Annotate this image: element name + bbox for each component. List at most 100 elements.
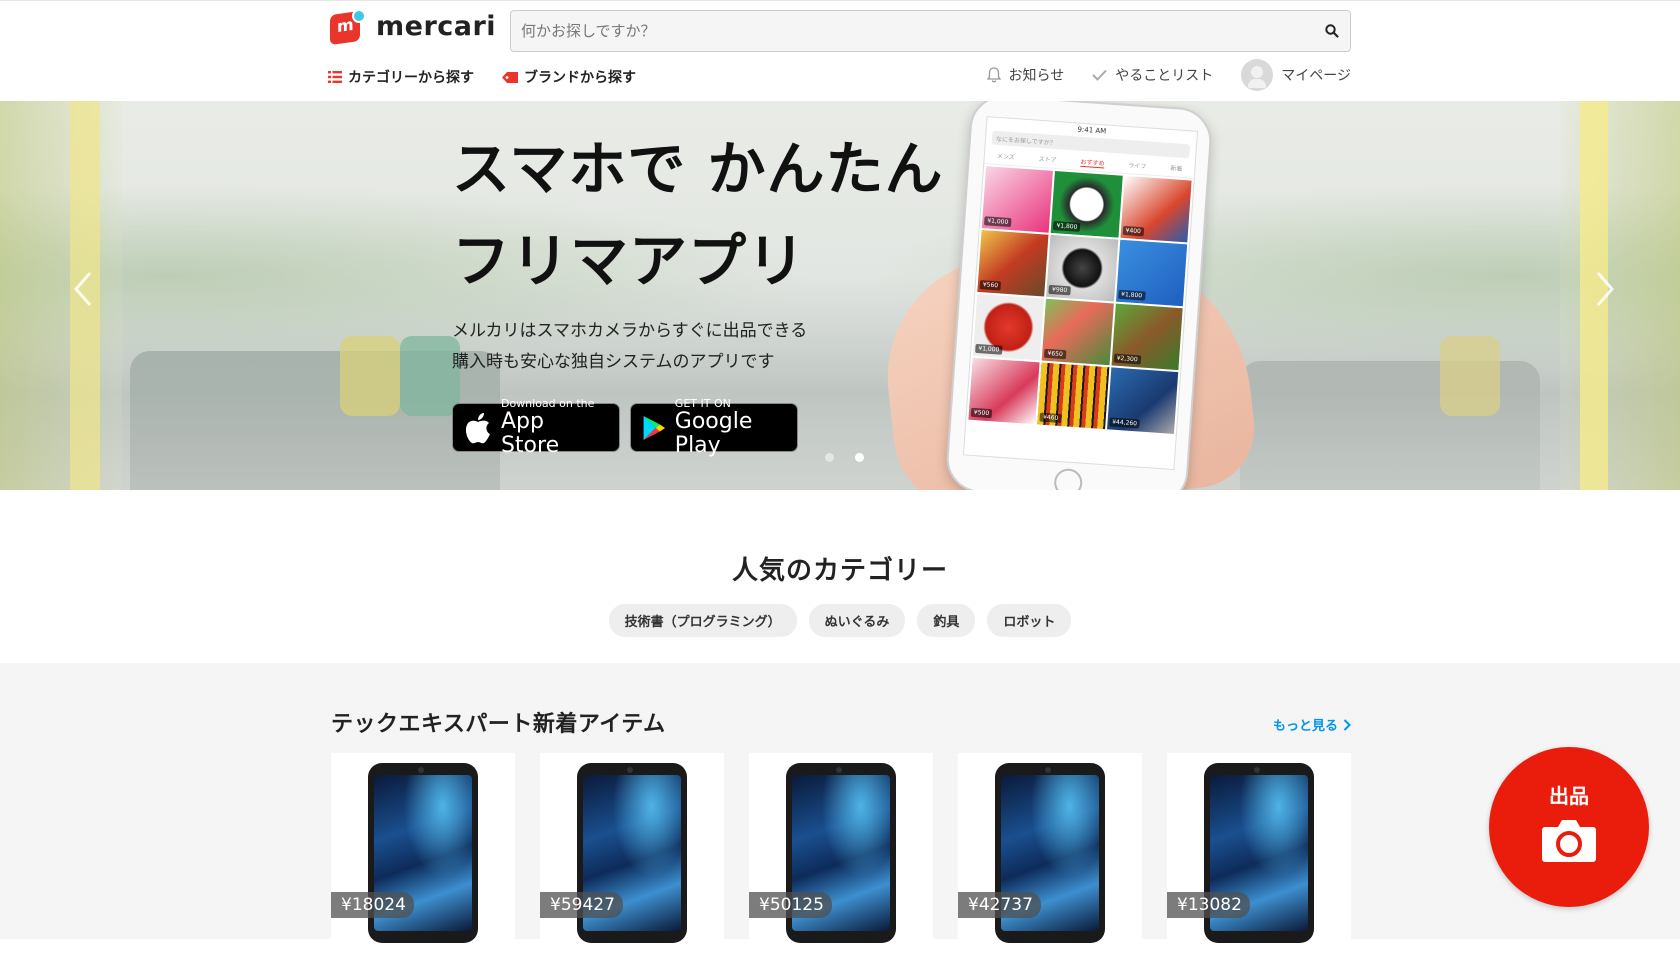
browse-by-brand-label: ブランドから探す bbox=[524, 70, 636, 86]
hero-description-line: 購入時も安心な独自システムのアプリです bbox=[452, 352, 775, 372]
user-nav: お知らせ やることリスト マイページ bbox=[986, 59, 1351, 91]
item-card[interactable]: ¥42737 bbox=[958, 753, 1142, 953]
hero-background-pillow bbox=[340, 336, 400, 416]
phone-mockup: 9:41 AM なにをお探しですか？ メンズ ストア おすすめ ライフ 新着 ¥… bbox=[944, 101, 1214, 490]
apple-icon bbox=[465, 412, 490, 443]
list-icon bbox=[328, 71, 342, 83]
item-card[interactable]: ¥18024 bbox=[331, 753, 515, 953]
todo-list-link[interactable]: やることリスト bbox=[1092, 65, 1213, 85]
item-price: ¥59427 bbox=[540, 892, 623, 918]
phone-item-price: ¥460 bbox=[1039, 412, 1062, 424]
hero-background-right bbox=[1560, 101, 1680, 490]
category-chip[interactable]: 技術書（プログラミング） bbox=[608, 604, 797, 637]
see-more-label: もっと見る bbox=[1272, 719, 1338, 734]
google-play-button[interactable]: GET IT ON Google Play bbox=[630, 397, 798, 457]
item-list: ¥18024 ¥59427 ¥50125 ¥42737 ¥13082 bbox=[331, 753, 1351, 953]
google-play-icon bbox=[643, 415, 666, 440]
category-chip[interactable]: 釣具 bbox=[917, 604, 976, 637]
phone-item-price: ¥650 bbox=[1044, 348, 1067, 360]
search-input[interactable] bbox=[511, 11, 1350, 51]
hero-banner[interactable]: スマホで かんたん フリマアプリ メルカリはスマホカメラからすぐに出品できる 購… bbox=[0, 101, 1680, 490]
phone-home-button bbox=[1053, 467, 1084, 490]
notifications-label: お知らせ bbox=[1008, 68, 1065, 84]
browse-nav: カテゴリーから探す ブランドから探す bbox=[328, 67, 636, 87]
see-more-link[interactable]: もっと見る bbox=[1273, 715, 1351, 734]
phone-tab: ストア bbox=[1038, 155, 1057, 165]
phone-item-price: ¥1,800 bbox=[1117, 289, 1146, 301]
new-items-title: テックエキスパート新着アイテム bbox=[331, 712, 666, 737]
phone-item: ¥44,260 bbox=[1106, 367, 1179, 434]
phone-tab: ライフ bbox=[1128, 162, 1147, 171]
app-store-button[interactable]: Download on the App Store bbox=[452, 397, 620, 457]
camera-icon bbox=[1542, 820, 1596, 862]
phone-item: ¥500 bbox=[968, 357, 1040, 425]
search-bar bbox=[510, 10, 1351, 52]
browse-by-brand-link[interactable]: ブランドから探す bbox=[502, 67, 636, 87]
category-chip[interactable]: ぬいぐるみ bbox=[808, 604, 906, 637]
app-store-big-text: App Store bbox=[500, 408, 560, 458]
phone-item-price: ¥1,000 bbox=[983, 216, 1012, 228]
popular-categories-list: 技術書（プログラミング） ぬいぐるみ 釣具 ロボット bbox=[0, 604, 1680, 637]
mypage-label: マイページ bbox=[1281, 68, 1351, 84]
notifications-link[interactable]: お知らせ bbox=[986, 65, 1065, 85]
item-price: ¥13082 bbox=[1167, 892, 1250, 918]
item-card[interactable]: ¥50125 bbox=[749, 753, 933, 953]
phone-item-price: ¥1,000 bbox=[975, 343, 1003, 355]
carousel-dot[interactable] bbox=[825, 453, 834, 462]
item-card[interactable]: ¥59427 bbox=[540, 753, 724, 953]
hero-title-line: スマホで かんたん bbox=[452, 135, 944, 203]
phone-item-price: ¥44,260 bbox=[1108, 417, 1141, 429]
phone-item-price: ¥1,800 bbox=[1053, 221, 1081, 232]
google-play-small-text: GET IT ON bbox=[674, 396, 731, 410]
app-store-small-text: Download on the bbox=[500, 396, 595, 410]
hero-background-pillow bbox=[1440, 336, 1500, 416]
carousel-next-icon[interactable] bbox=[1592, 269, 1618, 309]
sell-button-label: 出品 bbox=[1549, 784, 1589, 808]
hero-background-pillow bbox=[400, 336, 460, 416]
check-icon bbox=[1092, 69, 1107, 81]
phone-item: ¥1,000 bbox=[972, 293, 1045, 361]
phone-tab-active: おすすめ bbox=[1080, 156, 1105, 169]
phone-item: ¥1,000 bbox=[981, 166, 1054, 233]
phone-screen: 9:41 AM なにをお探しですか？ メンズ ストア おすすめ ライフ 新着 ¥… bbox=[962, 116, 1199, 471]
avatar bbox=[1241, 59, 1274, 91]
chevron-right-icon bbox=[1343, 718, 1351, 731]
carousel-prev-icon[interactable] bbox=[70, 269, 96, 309]
item-card[interactable]: ¥13082 bbox=[1167, 753, 1351, 953]
phone-tab: メンズ bbox=[996, 152, 1015, 162]
todo-list-label: やることリスト bbox=[1115, 68, 1214, 84]
phone-item-price: ¥560 bbox=[979, 280, 1002, 291]
sell-button[interactable]: 出品 bbox=[1489, 747, 1649, 907]
bell-icon bbox=[986, 67, 1001, 83]
phone-item: ¥1,800 bbox=[1115, 239, 1188, 307]
search-icon[interactable] bbox=[1324, 23, 1340, 39]
site-header: mercari カテゴリーから探す ブランドから探す bbox=[0, 0, 1680, 101]
mercari-logo[interactable]: mercari bbox=[330, 9, 497, 46]
browse-by-category-link[interactable]: カテゴリーから探す bbox=[328, 67, 474, 87]
new-items-section: テックエキスパート新着アイテム もっと見る ¥18024 ¥59427 ¥501… bbox=[0, 663, 1680, 953]
phone-item: ¥400 bbox=[1120, 175, 1192, 243]
phone-item-price: ¥980 bbox=[1048, 284, 1071, 296]
phone-item-price: ¥400 bbox=[1122, 225, 1145, 237]
phone-item: ¥1,800 bbox=[1050, 171, 1123, 238]
popular-categories-title: 人気のカテゴリー bbox=[731, 556, 948, 586]
mypage-link[interactable]: マイページ bbox=[1241, 59, 1351, 91]
hero-background-left bbox=[0, 101, 122, 490]
hero-title: スマホで かんたん フリマアプリ bbox=[452, 123, 943, 307]
category-chip[interactable]: ロボット bbox=[987, 604, 1072, 637]
browse-by-category-label: カテゴリーから探す bbox=[348, 70, 474, 86]
google-play-big-text: Google Play bbox=[674, 408, 753, 458]
item-price: ¥50125 bbox=[749, 892, 832, 918]
hero-title-line: フリマアプリ bbox=[452, 227, 807, 295]
logo-text: mercari bbox=[376, 10, 497, 42]
phone-item-price: ¥2,300 bbox=[1113, 353, 1141, 365]
carousel-dot-active[interactable] bbox=[855, 453, 864, 462]
phone-item: ¥560 bbox=[977, 230, 1049, 297]
phone-item: ¥460 bbox=[1037, 362, 1110, 430]
phone-item-price: ¥500 bbox=[970, 407, 993, 419]
hero-description-line: メルカリはスマホカメラからすぐに出品できる bbox=[452, 321, 808, 341]
phone-item-grid: ¥1,000 ¥1,800 ¥400 ¥560 ¥980 ¥1,800 ¥1,0… bbox=[966, 164, 1193, 436]
phone-item: ¥980 bbox=[1046, 234, 1118, 302]
hero-description: メルカリはスマホカメラからすぐに出品できる 購入時も安心な独自システムのアプリで… bbox=[452, 316, 807, 378]
phone-item: ¥2,300 bbox=[1111, 303, 1183, 371]
